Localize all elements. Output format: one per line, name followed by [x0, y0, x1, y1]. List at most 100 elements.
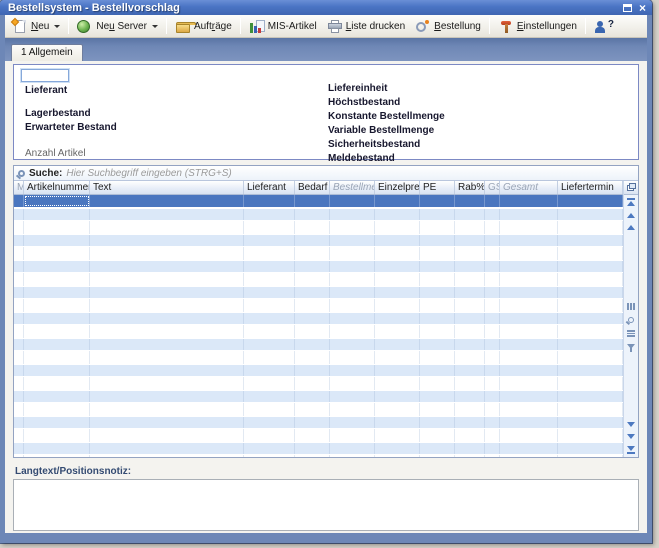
grid-cell: [90, 247, 244, 260]
close-window-icon[interactable]: ×: [639, 4, 646, 12]
grid-cell: [330, 403, 375, 416]
grid-cell: [295, 365, 330, 376]
page-up-icon[interactable]: [627, 213, 635, 218]
column-header-lieferant[interactable]: Lieferant: [244, 181, 295, 194]
page-down-icon[interactable]: [627, 434, 635, 439]
table-row[interactable]: [14, 403, 623, 416]
auftraege-button[interactable]: Aufträge: [171, 17, 236, 36]
row-down-icon[interactable]: [627, 422, 635, 427]
grid-cell: [24, 209, 90, 220]
restore-window-icon[interactable]: [623, 4, 632, 12]
bestellung-button[interactable]: Bestellung: [411, 17, 485, 36]
grid-cell: [330, 377, 375, 390]
grid-cell: [90, 339, 244, 350]
grid-cell: [244, 273, 295, 286]
table-row[interactable]: [14, 195, 623, 208]
column-header-bedarf[interactable]: Bedarf: [295, 181, 330, 194]
column-header-einzelpreis[interactable]: Einzelpreis: [375, 181, 420, 194]
grid-cell: [24, 417, 90, 428]
table-row[interactable]: [14, 351, 623, 364]
grid-cell: [558, 351, 623, 364]
grid-cell: [330, 391, 375, 402]
table-row[interactable]: [14, 325, 623, 338]
table-row[interactable]: [14, 455, 623, 457]
grid-cell: [558, 235, 623, 246]
new-server-button[interactable]: Neu Server: [73, 17, 162, 36]
table-row[interactable]: [14, 377, 623, 390]
grid-cell: [14, 209, 24, 220]
table-row[interactable]: [14, 299, 623, 312]
column-chooser-icon[interactable]: [624, 181, 639, 195]
new-button-label: Neu: [31, 21, 49, 32]
grid-body[interactable]: [14, 195, 623, 457]
scroll-to-bottom-icon[interactable]: [627, 446, 635, 454]
table-row[interactable]: [14, 364, 623, 377]
table-row[interactable]: [14, 234, 623, 247]
grid-cell: [500, 377, 558, 390]
mis-artikel-button[interactable]: MIS-Artikel: [245, 17, 321, 36]
langtext-textarea[interactable]: [13, 479, 639, 531]
grid-cell: [90, 365, 244, 376]
liste-drucken-button[interactable]: Liste drucken: [323, 17, 409, 36]
grid-cell: [558, 313, 623, 324]
order-icon: [415, 19, 431, 34]
column-header-text[interactable]: Text: [90, 181, 244, 194]
chevron-down-icon[interactable]: [152, 25, 158, 28]
column-header-artikelnummer[interactable]: Artikelnummer: [24, 181, 90, 194]
grid-cell: [500, 235, 558, 246]
grid-cell: [14, 455, 24, 457]
grid-cell: [420, 195, 455, 207]
grid-cell: [90, 417, 244, 428]
titlebar[interactable]: Bestellsystem - Bestellvorschlag ×: [0, 0, 652, 15]
column-header-gesamt[interactable]: Gesamt: [500, 181, 558, 194]
table-row[interactable]: [14, 208, 623, 221]
grid-cell: [455, 403, 485, 416]
tab-allgemein[interactable]: 1 Allgemein: [11, 44, 83, 61]
grid-cell: [90, 443, 244, 454]
row-up-icon[interactable]: [627, 225, 635, 230]
toolbar-separator: [68, 18, 69, 34]
grid-cell: [14, 221, 24, 234]
scroll-to-top-icon[interactable]: [627, 198, 635, 206]
chevron-down-icon[interactable]: [54, 25, 60, 28]
table-row[interactable]: [14, 312, 623, 325]
grid-cell: [244, 455, 295, 457]
grid-cell: [24, 443, 90, 454]
grid-cell: [558, 299, 623, 312]
column-header-bestellmenge[interactable]: Bestellmenge: [330, 181, 375, 194]
help-button[interactable]: ?: [590, 17, 618, 36]
grid-cell: [24, 313, 90, 324]
table-row[interactable]: [14, 286, 623, 299]
filter-icon[interactable]: [627, 344, 635, 349]
grid-cell: [558, 261, 623, 272]
grid-cell: [90, 429, 244, 442]
table-row[interactable]: [14, 390, 623, 403]
column-header-rab-[interactable]: Rab%: [455, 181, 485, 194]
rows-icon[interactable]: [627, 330, 635, 337]
grid-cell: [24, 235, 90, 246]
grid-cell: [295, 235, 330, 246]
table-row[interactable]: [14, 247, 623, 260]
table-row[interactable]: [14, 416, 623, 429]
new-button[interactable]: Neu: [8, 17, 64, 36]
toolbar-separator: [166, 18, 167, 34]
grid-cell: [558, 195, 623, 207]
grid-cell: [295, 377, 330, 390]
columns-icon[interactable]: [627, 303, 635, 310]
table-row[interactable]: [14, 221, 623, 234]
table-row[interactable]: [14, 338, 623, 351]
table-row[interactable]: [14, 260, 623, 273]
lieferant-input[interactable]: [21, 69, 69, 82]
einstellungen-button[interactable]: Einstellungen: [494, 17, 581, 36]
zoom-icon[interactable]: [628, 317, 634, 323]
table-row[interactable]: [14, 429, 623, 442]
grid-cell: [455, 235, 485, 246]
column-header-pe[interactable]: PE: [420, 181, 455, 194]
table-row[interactable]: [14, 273, 623, 286]
grid-cell: [558, 455, 623, 457]
column-header-gs[interactable]: GS: [485, 181, 500, 194]
search-input[interactable]: [66, 168, 634, 179]
table-row[interactable]: [14, 442, 623, 455]
column-header-liefertermin[interactable]: Liefertermin: [558, 181, 623, 194]
column-header-m[interactable]: M: [14, 181, 24, 194]
